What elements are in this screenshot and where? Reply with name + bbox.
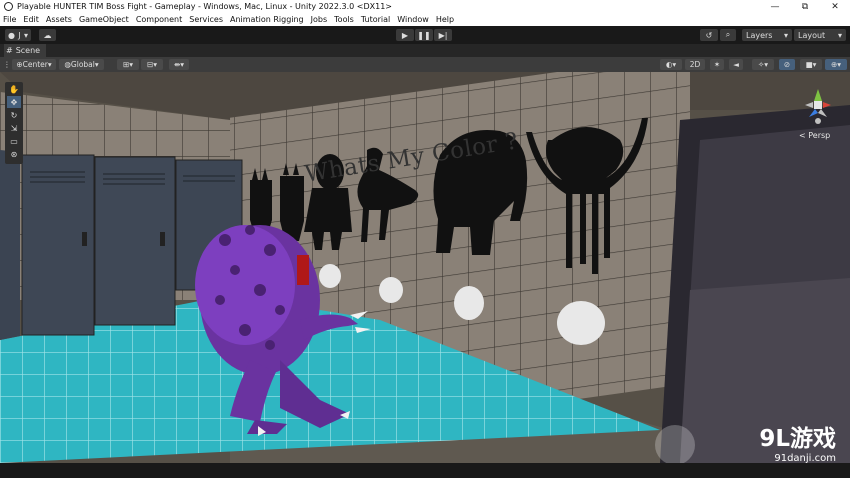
chevron-down-icon: ▾ [837, 30, 842, 40]
unity-logo-icon [4, 2, 13, 11]
pivot-label: Center [22, 60, 48, 69]
gizmos-icon[interactable]: ⊕▾ [825, 59, 847, 70]
chevron-down-icon: ▾ [783, 30, 788, 40]
shading-mode-icon[interactable]: ◐▾ [660, 59, 682, 70]
tab-scene-label: Scene [15, 46, 41, 55]
window-controls: — ⧉ ✕ [760, 0, 850, 13]
move-tool-icon[interactable]: ✥ [7, 96, 21, 108]
rect-tool-icon[interactable]: ▭ [7, 135, 21, 147]
watermark: 9L游戏 91danji.com [759, 426, 836, 465]
hand-tool-icon[interactable]: ✋ [7, 83, 21, 95]
scene-tools-overlay: ✋ ✥ ↻ ⇲ ▭ ⊛ [5, 82, 23, 164]
layout-dropdown[interactable]: Layout ▾ [794, 29, 846, 41]
window-title-bar: Playable HUNTER TIM Boss Fight - Gamepla… [0, 0, 850, 13]
menu-file[interactable]: File [3, 15, 16, 24]
menu-window[interactable]: Window [397, 15, 429, 24]
layers-dropdown[interactable]: Layers ▾ [742, 29, 792, 41]
chevron-down-icon: ▾ [47, 60, 52, 69]
cloud-icon[interactable]: ☁ [39, 29, 56, 41]
projection-label[interactable]: < Persp [799, 131, 830, 140]
pivot-center-dropdown[interactable]: ⊕ Center ▾ [12, 59, 56, 70]
scene-toolbar: ⋮ ⊕ Center ▾ ◍ Global ▾ ⊞▾ ⊟▾ ⇼▾ ◐▾ 2D ✶… [0, 57, 850, 72]
main-toolbar: ● J ▾ ☁ ▶ ❚❚ ▶| ↺ ⌕ Layers ▾ Layout ▾ [0, 26, 850, 44]
drag-handle-icon[interactable]: ⋮ [3, 59, 11, 70]
minimize-button[interactable]: — [760, 0, 790, 13]
camera-icon[interactable]: ■▾ [800, 59, 822, 70]
scale-tool-icon[interactable]: ⇲ [7, 122, 21, 134]
close-button[interactable]: ✕ [820, 0, 850, 13]
layers-label: Layers [746, 30, 773, 40]
menu-tools[interactable]: Tools [334, 15, 354, 24]
scene-render [0, 72, 850, 463]
play-button[interactable]: ▶ [396, 29, 414, 41]
audio-icon[interactable]: ◄ [729, 59, 743, 70]
tab-scene[interactable]: # Scene [4, 44, 47, 57]
menu-edit[interactable]: Edit [23, 15, 39, 24]
grid-visibility-icon[interactable]: ⊟▾ [141, 59, 163, 70]
pause-button[interactable]: ❚❚ [415, 29, 433, 41]
menu-gameobject[interactable]: GameObject [79, 15, 129, 24]
chevron-down-icon: ▾ [23, 30, 28, 40]
rotate-tool-icon[interactable]: ↻ [7, 109, 21, 121]
menu-services[interactable]: Services [189, 15, 223, 24]
orientation-gizmo-icon[interactable] [795, 83, 841, 127]
undo-history-icon[interactable]: ↺ [700, 29, 718, 41]
chevron-down-icon: ▾ [94, 60, 99, 69]
toggle-2d-button[interactable]: 2D [685, 59, 705, 70]
hidden-objects-icon[interactable]: ⊘ [779, 59, 795, 70]
global-space-dropdown[interactable]: ◍ Global ▾ [59, 59, 104, 70]
transform-tool-icon[interactable]: ⊛ [7, 148, 21, 160]
window-title: Playable HUNTER TIM Boss Fight - Gamepla… [17, 2, 392, 11]
account-label: J [18, 30, 21, 40]
increment-snap-icon[interactable]: ⇼▾ [169, 59, 189, 70]
bottom-status-bar [0, 463, 850, 478]
menu-animation-rigging[interactable]: Animation Rigging [230, 15, 304, 24]
space-label: Global [70, 60, 95, 69]
menu-jobs[interactable]: Jobs [311, 15, 328, 24]
menu-component[interactable]: Component [136, 15, 182, 24]
scene-viewport[interactable]: Whats My Color ? [0, 72, 850, 463]
menu-help[interactable]: Help [436, 15, 454, 24]
menu-bar: File Edit Assets GameObject Component Se… [0, 13, 850, 26]
account-icon: ● [8, 30, 15, 40]
search-icon[interactable]: ⌕ [720, 29, 736, 41]
lighting-icon[interactable]: ✶ [710, 59, 724, 70]
play-controls: ▶ ❚❚ ▶| [396, 29, 453, 41]
step-button[interactable]: ▶| [434, 29, 452, 41]
tab-row: # Scene [0, 44, 850, 57]
scene-icon: # [6, 46, 13, 55]
grid-snap-icon[interactable]: ⊞▾ [117, 59, 139, 70]
maximize-button[interactable]: ⧉ [790, 0, 820, 13]
menu-tutorial[interactable]: Tutorial [361, 15, 390, 24]
watermark-logo: 9L游戏 [759, 426, 836, 452]
menu-assets[interactable]: Assets [46, 15, 72, 24]
account-dropdown[interactable]: ● J ▾ [5, 29, 31, 41]
effects-icon[interactable]: ✧▾ [752, 59, 774, 70]
layout-label: Layout [798, 30, 826, 40]
